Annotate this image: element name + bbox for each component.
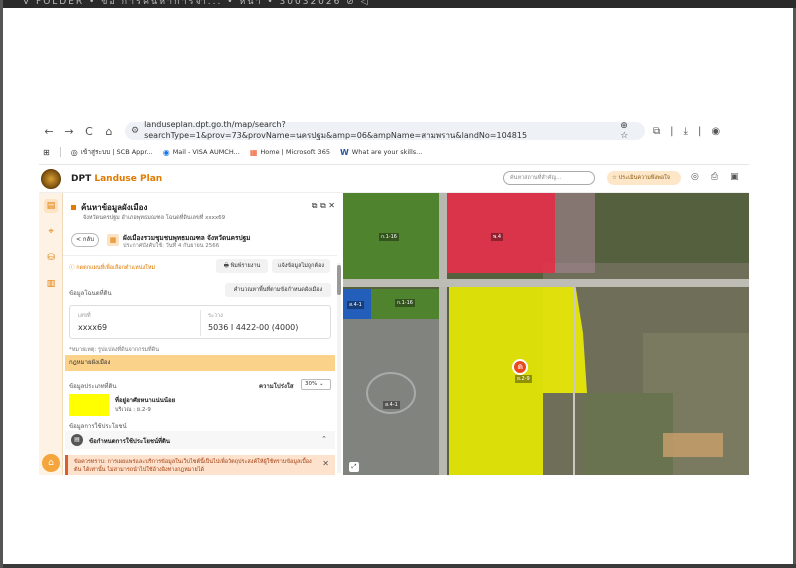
- site-settings-icon[interactable]: ⚙: [131, 126, 139, 136]
- address-row: ← → C ⌂ ⚙ landuseplan.dpt.go.th/map/sear…: [39, 120, 749, 142]
- reselect-warning[interactable]: ⓘ กดตกแผนที่เพื่อเลือกตำแหน่งใหม่: [69, 263, 155, 272]
- dpt-logo: [41, 168, 61, 189]
- download-icon[interactable]: ⤓: [684, 126, 688, 137]
- side-rail: ▤ ⌖ ⛁ ▥ ⌂: [39, 193, 63, 475]
- land-section-title: ข้อมูลโฉนดที่ดิน: [69, 290, 112, 297]
- panel-title: ค้นหาข้อมูลผังเมือง: [71, 201, 147, 214]
- print-report-button[interactable]: 🖶 พิมพ์รายงาน: [216, 259, 268, 273]
- top-window-bar: V FOLDER • ข้อ การค้นหาการจำ... • หน้า •…: [3, 0, 796, 8]
- clipboard-icon: ▤: [71, 434, 83, 446]
- sheet-label: ระวาง: [208, 313, 223, 319]
- profile-icon[interactable]: ◉: [711, 126, 720, 137]
- zone-public: [343, 319, 439, 475]
- bookmark-skills[interactable]: W What are your skills...: [340, 148, 422, 157]
- requirements-label: ข้อกำหนดการใช้ประโยชน์ที่ดิน: [89, 438, 171, 445]
- requirements-row[interactable]: ▤ ข้อกำหนดการใช้ประโยชน์ที่ดิน ⌃: [65, 431, 335, 449]
- zone-color-swatch: [69, 394, 109, 416]
- expand-map-icon[interactable]: ⤢: [349, 462, 359, 472]
- locate-icon[interactable]: ⌖: [44, 225, 58, 239]
- header-icons: ◎ ⎙ ▣: [691, 172, 739, 182]
- opacity-select[interactable]: 30% ⌄: [301, 379, 331, 390]
- app-header: DPT Landuse Plan ค้นหาสถานที่สำคัญ... ☆ …: [39, 165, 749, 193]
- report-error-button[interactable]: แจ้งข้อมูลไม่ถูกต้อง: [272, 259, 330, 273]
- search-panel: ค้นหาข้อมูลผังเมือง จังหวัดนครปฐม อำเภอพ…: [63, 193, 343, 475]
- zone-section-title: ข้อมูลประเภทที่ดิน: [69, 383, 117, 390]
- map-view[interactable]: ก.1-16 พ.4 ก.1-16 ส.4-1 ย.2-9 ส.4-1 ⋒ ⤢: [343, 193, 749, 475]
- zone-label: พ.4: [491, 233, 504, 241]
- zone-label: ส.4-1: [347, 301, 364, 309]
- plan-icon: ▦: [107, 234, 119, 246]
- panel-window-controls[interactable]: ⧉ ⧉ ✕: [312, 201, 335, 211]
- bookmark-scb[interactable]: ◎ เข้าสู่ระบบ | SCB Appr...: [71, 147, 153, 157]
- law-section-bar[interactable]: กฎหมายผังเมือง: [65, 355, 335, 371]
- zone-label: ก.1-16: [395, 299, 415, 307]
- zone-name: ที่อยู่อาศัยหนาแน่นน้อย: [115, 397, 176, 404]
- screen-frame: V FOLDER • ข้อ การค้นหาการจำ... • หน้า •…: [0, 0, 796, 568]
- disclaimer-text: ข้อควรทราบ: การเผยแพร่และบริการข้อมูลในเ…: [74, 459, 312, 473]
- plan-date: ประกาศบังคับใช้: วันที่ 4 กันยายน 2566: [123, 243, 220, 249]
- use-section-title: ข้อมูลการใช้ประโยชน์: [69, 423, 127, 430]
- mail-icon: ◉: [162, 147, 170, 157]
- chevron-up-icon[interactable]: ⌃: [321, 435, 327, 443]
- home-rail-icon[interactable]: ⌂: [42, 454, 60, 472]
- bookmarks-bar: ⊞ ◎ เข้าสู่ระบบ | SCB Appr... ◉ Mail - VIS…: [39, 144, 749, 160]
- landuse-app: DPT Landuse Plan ค้นหาสถานที่สำคัญ... ☆ …: [39, 164, 749, 475]
- apps-grid-icon[interactable]: ⊞: [43, 148, 50, 157]
- globe-icon: ◎: [70, 147, 78, 157]
- bookmark-separator: [59, 147, 61, 157]
- address-bar[interactable]: ⚙ landuseplan.dpt.go.th/map/search?searc…: [125, 120, 645, 142]
- toolbar-divider: |: [670, 125, 674, 137]
- app-brand: DPT Landuse Plan: [71, 173, 163, 184]
- bottom-bar: [3, 564, 796, 568]
- back-button[interactable]: < กลับ: [71, 233, 99, 247]
- panel-subtitle: จังหวัดนครปฐม อำเภอพุทธมณฑล โฉนดที่ดินเล…: [83, 215, 226, 221]
- home-icon[interactable]: ⌂: [99, 125, 119, 138]
- map-canvas[interactable]: [343, 193, 749, 475]
- search-plan-icon[interactable]: ▤: [44, 199, 58, 213]
- location-pin-icon[interactable]: ⋒: [512, 359, 528, 375]
- reload-icon[interactable]: C: [79, 125, 99, 138]
- land-info-box: เลขที่ xxxx69 ระวาง 5036 I 4422-00 (4000…: [69, 305, 331, 339]
- land-no-label: เลขที่: [78, 313, 91, 319]
- browser-window: ← → C ⌂ ⚙ landuseplan.dpt.go.th/map/sear…: [39, 120, 749, 475]
- camera-icon[interactable]: ◎: [691, 172, 699, 182]
- toolbar-divider: |: [697, 125, 702, 137]
- zone-label: ก.1-16: [379, 233, 399, 241]
- zone-label: ส.4-1: [383, 401, 400, 409]
- w-icon: W: [339, 147, 349, 157]
- place-search-input[interactable]: ค้นหาสถานที่สำคัญ...: [503, 171, 595, 185]
- opacity-label: ความโปร่งใส: [259, 383, 294, 390]
- sheet-value: 5036 I 4422-00 (4000): [208, 323, 299, 332]
- panel-scroll-thumb[interactable]: [337, 265, 341, 295]
- report-icon[interactable]: ▥: [44, 277, 58, 291]
- extensions-icon[interactable]: ⧉: [653, 126, 660, 137]
- calculate-area-button[interactable]: คำนวณหาพื้นที่ตามข้อกำหนดผังเมือง: [225, 283, 331, 297]
- bookmark-m365[interactable]: ▦ Home | Microsoft 365: [250, 148, 330, 157]
- bookmark-mail[interactable]: ◉ Mail - VISA AUMCH...: [163, 148, 240, 157]
- microsoft-icon: ▦: [249, 147, 258, 157]
- satisfaction-button[interactable]: ☆ ประเมินความพึงพอใจ: [607, 171, 681, 185]
- print-icon[interactable]: ⎙: [711, 172, 718, 182]
- layers-icon[interactable]: ⛁: [44, 251, 58, 265]
- browser-toolbar-right: ⧉ | ⤓ | ◉: [653, 126, 720, 137]
- document-icon[interactable]: ▣: [730, 172, 739, 182]
- zone-code: บริเวณ : ย.2-9: [115, 407, 151, 413]
- close-icon[interactable]: ✕: [322, 459, 329, 468]
- back-arrow-icon[interactable]: ←: [39, 125, 59, 138]
- zone-label: ย.2-9: [515, 375, 532, 383]
- forward-arrow-icon[interactable]: →: [59, 125, 79, 138]
- land-no-value: xxxx69: [78, 323, 108, 332]
- zoom-bookmark-icons[interactable]: ⊕ ☆: [620, 121, 637, 141]
- divider: [63, 255, 337, 256]
- url-text[interactable]: landuseplan.dpt.go.th/map/search?searchT…: [144, 120, 620, 142]
- disclaimer-banner: ข้อควรทราบ: การเผยแพร่และบริการข้อมูลในเ…: [65, 455, 335, 475]
- land-note: *หมายเหตุ: รูปแปลงที่ดินจากกรมที่ดิน: [69, 347, 159, 353]
